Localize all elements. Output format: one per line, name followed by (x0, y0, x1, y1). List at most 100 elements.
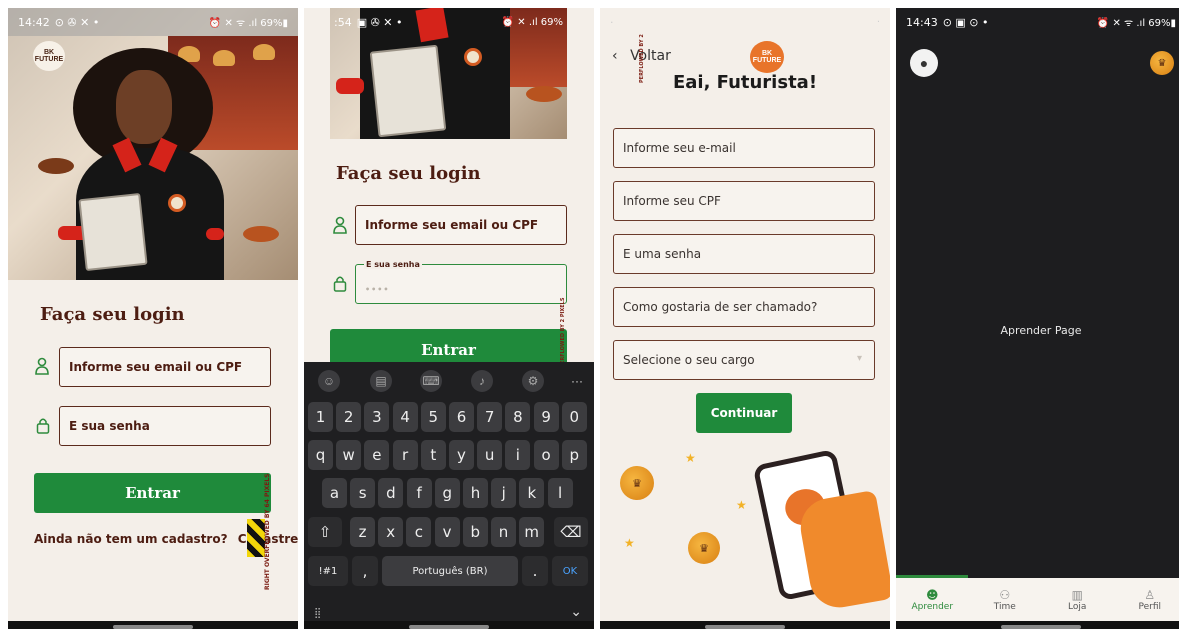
page-placeholder-text: Aprender Page (1000, 324, 1082, 337)
email-input[interactable]: Informe seu e-mail (613, 128, 875, 168)
number-key[interactable]: 7 (477, 402, 503, 432)
letter-key[interactable]: f (406, 478, 432, 508)
letter-key[interactable]: o (533, 440, 559, 470)
comma-key[interactable]: , (352, 556, 378, 586)
login-button[interactable]: Entrar (34, 473, 271, 513)
number-key[interactable]: 6 (449, 402, 474, 432)
star-icon: ★ (685, 451, 696, 465)
bottom-tab-bar: ☻ Aprender ⚇ Time ▥ Loja ♙ Perfil (896, 578, 1179, 621)
letter-key[interactable]: x (378, 517, 404, 547)
letter-key[interactable]: y (449, 440, 474, 470)
number-key[interactable]: 0 (561, 402, 587, 432)
letter-key[interactable]: e (364, 440, 390, 470)
letter-key[interactable]: p (561, 440, 587, 470)
system-nav-bar (896, 621, 1179, 629)
period-key[interactable]: . (522, 556, 548, 586)
letter-key[interactable]: g (434, 478, 460, 508)
login-title: Faça seu login (40, 304, 185, 325)
tab-label: Time (993, 601, 1016, 612)
letter-key[interactable]: z (350, 517, 375, 547)
number-key[interactable]: 2 (336, 402, 362, 432)
number-key[interactable]: 9 (533, 402, 559, 432)
keyboard-row-1: qwertyuiop (304, 440, 594, 476)
cpf-input[interactable]: Informe seu CPF (613, 181, 875, 221)
tab-label: Loja (1068, 601, 1087, 612)
space-key[interactable]: Português (BR) (382, 556, 518, 586)
letter-key[interactable]: c (406, 517, 432, 547)
status-time: :54 (334, 15, 352, 29)
shift-key[interactable]: ⇧ (308, 517, 342, 547)
letter-key[interactable]: k (519, 478, 545, 508)
keyboard-row-numbers: 1234567890 (304, 402, 594, 438)
letter-key[interactable]: q (308, 440, 333, 470)
star-icon: ★ (736, 498, 747, 512)
lock-icon (333, 276, 347, 292)
learn-screen: 14:43 ⊙ ▣ ⊙ • ⏰ ✕ ᯤ .ıl 69%▮ ● ♛ Aprende… (896, 8, 1179, 629)
letter-key[interactable]: l (547, 478, 573, 508)
crown-coin-icon[interactable]: ♛ (1150, 51, 1174, 75)
backspace-key[interactable]: ⌫ (554, 517, 588, 547)
ok-key[interactable]: OK (552, 556, 588, 586)
system-nav-bar (600, 621, 890, 629)
letter-key[interactable]: s (350, 478, 376, 508)
number-key[interactable]: 3 (364, 402, 390, 432)
letter-key[interactable]: w (336, 440, 362, 470)
tab-time[interactable]: ⚇ Time (969, 578, 1042, 621)
person-icon (333, 216, 347, 234)
overflow-indicator (247, 519, 265, 557)
soft-keyboard: ☺ ▤ ⌨ ♪ ⚙ ··· 1234567890 qwertyuiop asdf… (304, 362, 594, 629)
status-left-icons: ⊙ ✇ ✕ • (54, 15, 100, 29)
number-key[interactable]: 5 (420, 402, 446, 432)
symbols-key[interactable]: !#1 (308, 556, 348, 586)
role-select[interactable]: Selecione o seu cargo ▾ (613, 340, 875, 380)
email-cpf-input[interactable]: Informe seu email ou CPF (355, 205, 567, 245)
hero-image-cropped: :54 ▣ ✇ ✕ • ⏰ ✕ .ıl 69% (330, 8, 567, 139)
keyboard-row-bottom: !#1 , Português (BR) . OK (304, 556, 594, 592)
nickname-placeholder: Como gostaria de ser chamado? (623, 300, 818, 314)
clipboard-icon[interactable]: ▤ (370, 370, 392, 392)
letter-key[interactable]: j (491, 478, 517, 508)
keyboard-mode-icon[interactable]: ⌨ (420, 370, 442, 392)
microphone-icon[interactable]: ♪ (471, 370, 493, 392)
status-time: 14:43 (906, 15, 938, 29)
tab-label: Aprender (911, 601, 954, 612)
chevron-down-icon[interactable]: ⌄ (570, 603, 582, 620)
letter-key[interactable]: n (491, 517, 516, 547)
email-placeholder: Informe seu e-mail (623, 141, 736, 155)
letter-key[interactable]: r (392, 440, 418, 470)
letter-key[interactable]: t (420, 440, 446, 470)
email-cpf-input[interactable]: Informe seu email ou CPF (59, 347, 271, 387)
bk-future-logo: BK FUTURE (33, 41, 65, 71)
number-key[interactable]: 1 (308, 402, 333, 432)
settings-gear-icon[interactable]: ⚙ (522, 370, 544, 392)
password-input[interactable]: E sua senha (59, 406, 271, 446)
letter-key[interactable]: d (378, 478, 404, 508)
password-input[interactable]: E sua senha •••• (355, 260, 567, 304)
letter-key[interactable]: a (322, 478, 347, 508)
keyboard-grid-icon[interactable]: ⣿ (314, 608, 321, 619)
number-key[interactable]: 8 (505, 402, 531, 432)
password-placeholder: E uma senha (623, 247, 702, 261)
letter-key[interactable]: b (462, 517, 488, 547)
status-right-icons: ⏰ ✕ .ıl 69% (501, 16, 563, 28)
hero-image: 14:42 ⊙ ✇ ✕ • ⏰ ✕ ᯤ .ıl 69%▮ BK FUTURE (8, 8, 298, 280)
signup-heading: Eai, Futurista! (672, 72, 818, 93)
continue-button[interactable]: Continuar (696, 393, 792, 433)
tab-perfil[interactable]: ♙ Perfil (1114, 578, 1179, 621)
letter-key[interactable]: i (505, 440, 531, 470)
letter-key[interactable]: u (477, 440, 503, 470)
password-input[interactable]: E uma senha (613, 234, 875, 274)
email-cpf-placeholder: Informe seu email ou CPF (69, 360, 243, 374)
nickname-input[interactable]: Como gostaria de ser chamado? (613, 287, 875, 327)
letter-key[interactable]: m (519, 517, 545, 547)
status-bar: :54 ▣ ✇ ✕ • ⏰ ✕ .ıl 69% (330, 8, 567, 36)
tab-loja[interactable]: ▥ Loja (1041, 578, 1114, 621)
letter-key[interactable]: v (434, 517, 460, 547)
number-key[interactable]: 4 (392, 402, 418, 432)
tab-aprender[interactable]: ☻ Aprender (896, 578, 969, 621)
avatar-icon[interactable]: ● (910, 49, 938, 77)
more-options-icon[interactable]: ··· (566, 370, 588, 392)
emoji-icon[interactable]: ☺ (318, 370, 340, 392)
cpf-placeholder: Informe seu CPF (623, 194, 721, 208)
letter-key[interactable]: h (463, 478, 488, 508)
